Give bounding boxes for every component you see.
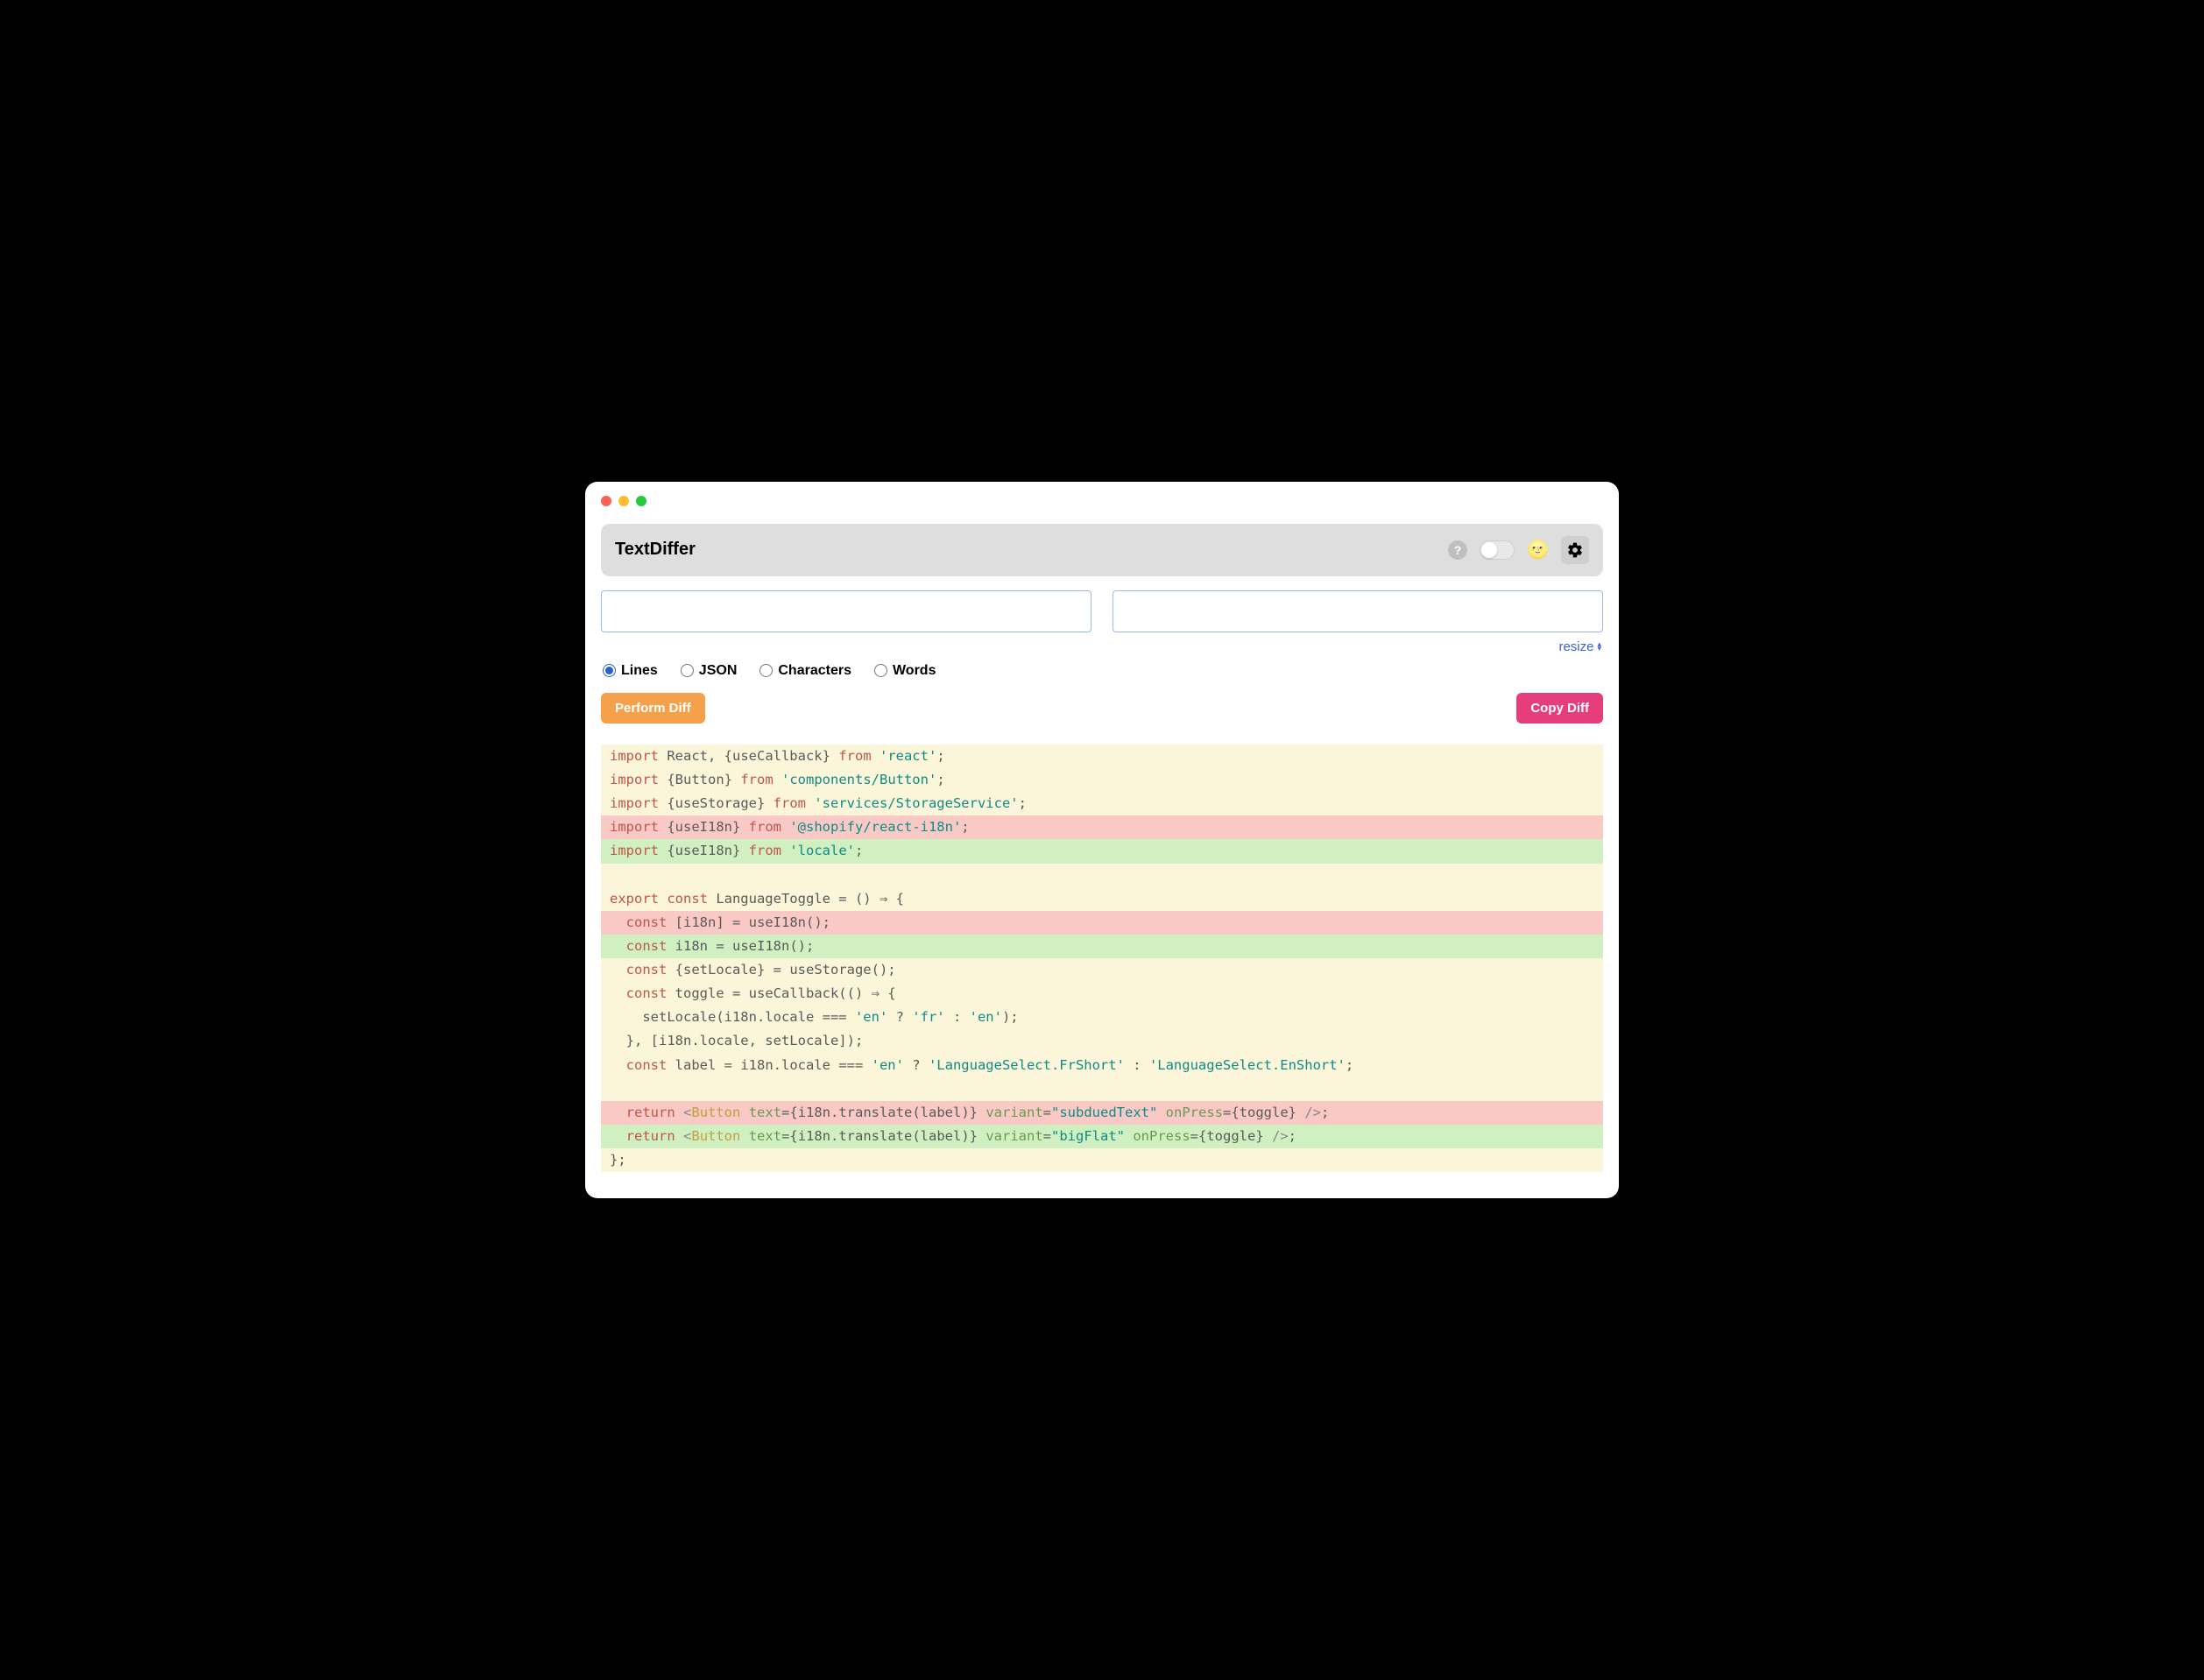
diff-output: import React, {useCallback} from 'react'…: [601, 745, 1603, 1172]
diff-line: import {Button} from 'components/Button'…: [601, 768, 1603, 792]
diff-line: return <Button text={i18n.translate(labe…: [601, 1101, 1603, 1125]
mode-radio-characters[interactable]: [759, 664, 773, 677]
diff-line: };: [601, 1148, 1603, 1172]
mode-option-words[interactable]: Words: [874, 663, 936, 679]
perform-diff-button[interactable]: Perform Diff: [601, 693, 705, 724]
resize-handle[interactable]: resize ▴▾: [603, 639, 1601, 654]
gear-icon: [1566, 541, 1584, 559]
diff-line: [601, 864, 1603, 887]
diff-line: setLocale(i18n.locale === 'en' ? 'fr' : …: [601, 1006, 1603, 1029]
header-actions: ? 🌝: [1448, 536, 1589, 564]
window-zoom-icon[interactable]: [636, 496, 646, 506]
inputs-row: [601, 590, 1603, 632]
help-icon[interactable]: ?: [1448, 540, 1467, 560]
mode-label-json: JSON: [699, 663, 738, 679]
copy-diff-button[interactable]: Copy Diff: [1516, 693, 1603, 724]
face-icon: 🌝: [1527, 539, 1549, 561]
diff-line: import {useStorage} from 'services/Stora…: [601, 792, 1603, 815]
diff-line: return <Button text={i18n.translate(labe…: [601, 1125, 1603, 1148]
mode-label-lines: Lines: [621, 663, 658, 679]
diff-line: const i18n = useI18n();: [601, 935, 1603, 958]
mode-radio-json[interactable]: [681, 664, 694, 677]
mode-option-json[interactable]: JSON: [681, 663, 738, 679]
diff-line: const label = i18n.locale === 'en' ? 'La…: [601, 1054, 1603, 1077]
mode-label-characters: Characters: [778, 663, 851, 679]
settings-button[interactable]: [1561, 536, 1589, 564]
mode-label-words: Words: [893, 663, 936, 679]
mode-radio-lines[interactable]: [603, 664, 616, 677]
app-title: TextDiffer: [615, 540, 696, 560]
app-window: TextDiffer ? 🌝 resize ▴▾ Lines JSON Char…: [585, 482, 1619, 1198]
diff-line: import {useI18n} from '@shopify/react-i1…: [601, 815, 1603, 839]
diff-mode-group: Lines JSON Characters Words: [603, 663, 1601, 679]
left-input[interactable]: [601, 590, 1091, 632]
diff-line: const [i18n] = useI18n();: [601, 911, 1603, 935]
buttons-row: Perform Diff Copy Diff: [601, 693, 1603, 724]
diff-line: const {setLocale} = useStorage();: [601, 958, 1603, 982]
resize-arrows-icon: ▴▾: [1597, 642, 1601, 651]
mode-option-lines[interactable]: Lines: [603, 663, 658, 679]
mode-radio-words[interactable]: [874, 664, 887, 677]
diff-line: }, [i18n.locale, setLocale]);: [601, 1029, 1603, 1053]
theme-toggle[interactable]: [1480, 540, 1515, 560]
diff-line: export const LanguageToggle = () ⇒ {: [601, 887, 1603, 911]
diff-line: import React, {useCallback} from 'react'…: [601, 745, 1603, 768]
diff-line: [601, 1077, 1603, 1101]
diff-line: import {useI18n} from 'locale';: [601, 839, 1603, 863]
window-minimize-icon[interactable]: [618, 496, 629, 506]
right-input[interactable]: [1113, 590, 1603, 632]
resize-label: resize: [1558, 639, 1593, 654]
mode-option-characters[interactable]: Characters: [759, 663, 851, 679]
diff-line: const toggle = useCallback(() ⇒ {: [601, 982, 1603, 1006]
header-bar: TextDiffer ? 🌝: [601, 524, 1603, 576]
window-traffic-lights: [585, 482, 1619, 515]
window-close-icon[interactable]: [601, 496, 611, 506]
